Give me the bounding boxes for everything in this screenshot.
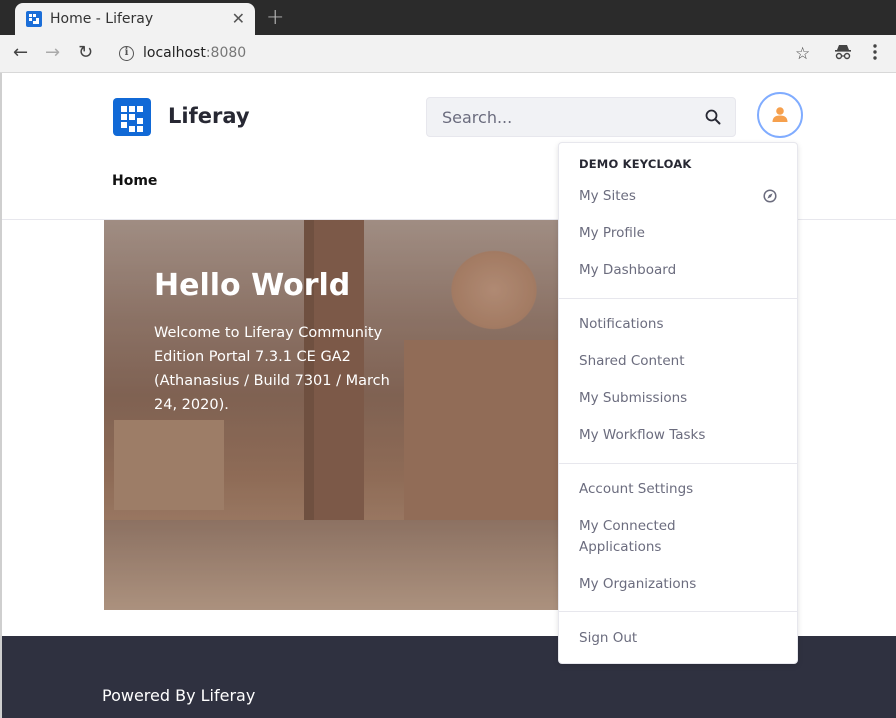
- hero-title: Hello World: [154, 268, 351, 303]
- incognito-icon[interactable]: [834, 44, 852, 65]
- close-tab-icon[interactable]: ✕: [232, 9, 245, 28]
- menu-dots-icon[interactable]: [873, 44, 877, 65]
- menu-item-my-sites[interactable]: My Sites: [559, 186, 797, 207]
- search-icon[interactable]: [705, 109, 721, 125]
- address-bar[interactable]: localhost:8080: [143, 45, 246, 61]
- browser-tab-bar: Home - Liferay ✕ +: [0, 0, 896, 35]
- search-box: [426, 97, 736, 137]
- star-icon[interactable]: ☆: [795, 44, 810, 64]
- user-dropdown-menu: DEMO KEYCLOAK My Sites My Profile My Das…: [558, 142, 798, 664]
- menu-divider: [559, 298, 797, 299]
- user-avatar-button[interactable]: [757, 92, 803, 138]
- menu-divider: [559, 463, 797, 464]
- menu-header-user-name: DEMO KEYCLOAK: [579, 157, 692, 171]
- menu-item-my-dashboard[interactable]: My Dashboard: [559, 260, 797, 281]
- menu-item-my-organizations[interactable]: My Organizations: [559, 574, 797, 595]
- back-arrow-icon[interactable]: ←: [13, 42, 28, 64]
- info-icon[interactable]: i: [119, 46, 134, 61]
- liferay-logo-icon[interactable]: [113, 98, 151, 136]
- browser-toolbar: ← → ↻ i localhost:8080 ☆: [0, 35, 896, 73]
- menu-item-label: My Sites: [579, 188, 636, 204]
- search-input[interactable]: [427, 98, 697, 136]
- reload-icon[interactable]: ↻: [78, 42, 93, 64]
- menu-item-sign-out[interactable]: Sign Out: [559, 628, 797, 649]
- user-icon: [772, 107, 788, 122]
- hero-banner: Hello World Welcome to Liferay Community…: [104, 220, 560, 610]
- tab-title: Home - Liferay: [50, 11, 154, 27]
- new-tab-icon[interactable]: +: [266, 5, 284, 30]
- site-name[interactable]: Liferay: [168, 104, 250, 128]
- menu-item-account-settings[interactable]: Account Settings: [559, 479, 797, 500]
- menu-item-my-workflow-tasks[interactable]: My Workflow Tasks: [559, 425, 797, 446]
- menu-item-notifications[interactable]: Notifications: [559, 314, 797, 335]
- compass-icon: [763, 189, 777, 203]
- browser-tab[interactable]: Home - Liferay ✕: [15, 3, 255, 35]
- menu-item-my-connected-applications[interactable]: My Connected Applications: [559, 516, 699, 558]
- hero-text: Welcome to Liferay Community Edition Por…: [154, 325, 390, 413]
- liferay-favicon-icon: [26, 11, 42, 27]
- footer-text: Powered By Liferay: [102, 686, 256, 705]
- forward-arrow-icon[interactable]: →: [45, 42, 60, 64]
- menu-item-my-profile[interactable]: My Profile: [559, 223, 797, 244]
- menu-item-shared-content[interactable]: Shared Content: [559, 351, 797, 372]
- avatar: [761, 96, 799, 134]
- nav-item-home[interactable]: Home: [112, 173, 157, 189]
- menu-divider: [559, 611, 797, 612]
- url-host: localhost: [143, 45, 206, 61]
- menu-item-my-submissions[interactable]: My Submissions: [559, 388, 797, 409]
- url-port: :8080: [205, 45, 247, 61]
